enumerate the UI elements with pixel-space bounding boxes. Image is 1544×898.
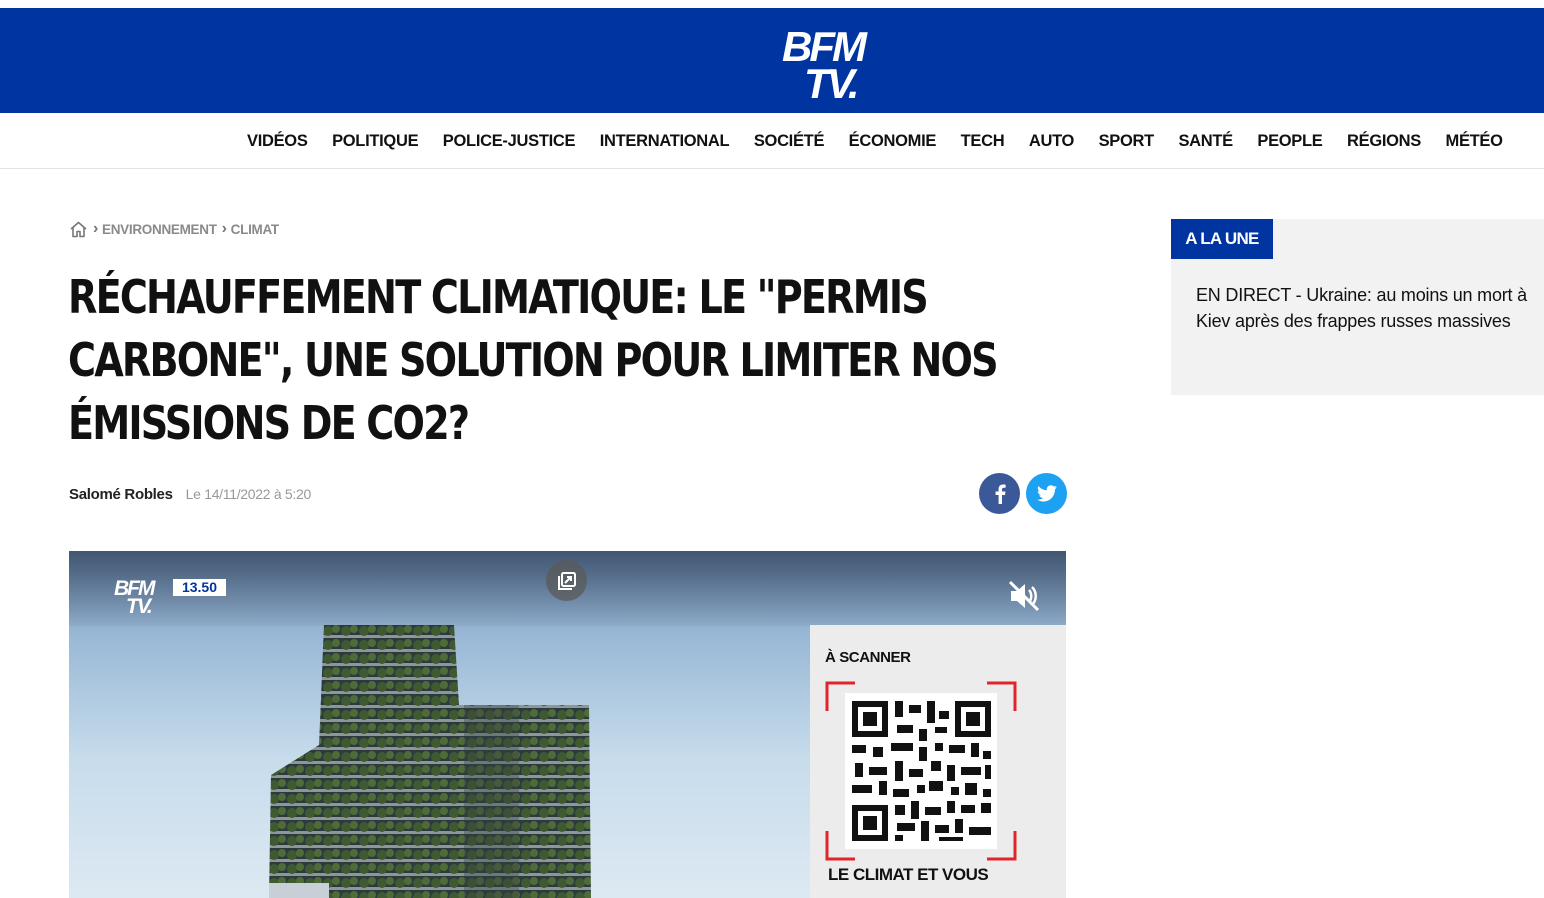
mute-button[interactable]	[1007, 579, 1041, 613]
facebook-icon	[994, 484, 1006, 504]
nav-item-sport[interactable]: SPORT	[1099, 132, 1155, 151]
breadcrumb-climat[interactable]: CLIMAT	[231, 222, 279, 237]
nav-item-economie[interactable]: ÉCONOMIE	[849, 132, 937, 151]
breadcrumb-environnement[interactable]: ENVIRONNEMENT	[102, 222, 217, 237]
a-la-une-tag: A LA UNE	[1171, 219, 1273, 259]
chevron-right-icon: ›	[221, 220, 227, 237]
picture-in-picture-button[interactable]	[546, 560, 587, 601]
nav-item-people[interactable]: PEOPLE	[1257, 132, 1322, 151]
qr-scan-panel: À SCANNER LE CLIMAT ET VOUS	[810, 625, 1066, 898]
picture-in-picture-icon	[557, 571, 577, 591]
twitter-share-button[interactable]	[1026, 473, 1067, 514]
nav-item-international[interactable]: INTERNATIONAL	[600, 132, 730, 151]
nav-item-sante[interactable]: SANTÉ	[1178, 132, 1233, 151]
article-title: RÉCHAUFFEMENT CLIMATIQUE: LE "PERMIS CAR…	[68, 270, 999, 450]
facebook-share-button[interactable]	[979, 473, 1020, 514]
a-la-une-panel: A LA UNE EN DIRECT - Ukraine: au moins u…	[1171, 219, 1544, 395]
bfmtv-logo[interactable]: BFM TV.	[782, 26, 880, 108]
top-story-link[interactable]: EN DIRECT - Ukraine: au moins un mort à …	[1196, 282, 1531, 334]
home-icon[interactable]	[69, 221, 88, 238]
author-name[interactable]: Salomé Robles	[69, 486, 173, 503]
nav-item-regions[interactable]: RÉGIONS	[1347, 132, 1421, 151]
nav-item-police-justice[interactable]: POLICE-JUSTICE	[443, 132, 576, 151]
top-strip	[0, 0, 1544, 8]
nav-item-societe[interactable]: SOCIÉTÉ	[754, 132, 825, 151]
nav-item-tech[interactable]: TECH	[961, 132, 1005, 151]
qr-code	[825, 681, 1017, 861]
byline: Salomé Robles Le 14/11/2022 à 5:20	[69, 482, 311, 506]
volume-muted-icon	[1007, 579, 1041, 613]
video-player[interactable]: BFM TV. 13.50 À SCANNER LE CLIMAT ET VOU…	[69, 551, 1066, 898]
site-header: BFM TV.	[0, 8, 1544, 113]
chevron-right-icon: ›	[93, 220, 99, 237]
scan-title: À SCANNER	[825, 649, 911, 666]
nav-item-meteo[interactable]: MÉTÉO	[1446, 132, 1503, 151]
publish-date: Le 14/11/2022 à 5:20	[185, 486, 312, 502]
vertical-forest-tower-image	[269, 625, 591, 898]
nav-list: VIDÉOS POLITIQUE POLICE-JUSTICE INTERNAT…	[247, 113, 1527, 169]
nav-item-videos[interactable]: VIDÉOS	[247, 132, 308, 151]
scan-footer: LE CLIMAT ET VOUS	[828, 865, 989, 884]
logo-line-2: TV.	[804, 60, 860, 107]
main-nav: VIDÉOS POLITIQUE POLICE-JUSTICE INTERNAT…	[0, 113, 1544, 169]
broadcast-time: 13.50	[173, 579, 226, 596]
nav-item-politique[interactable]: POLITIQUE	[332, 132, 419, 151]
breadcrumb: › ENVIRONNEMENT › CLIMAT	[69, 218, 279, 240]
channel-logo-line-2: TV.	[126, 595, 153, 618]
nav-item-auto[interactable]: AUTO	[1029, 132, 1075, 151]
twitter-icon	[1036, 485, 1057, 502]
